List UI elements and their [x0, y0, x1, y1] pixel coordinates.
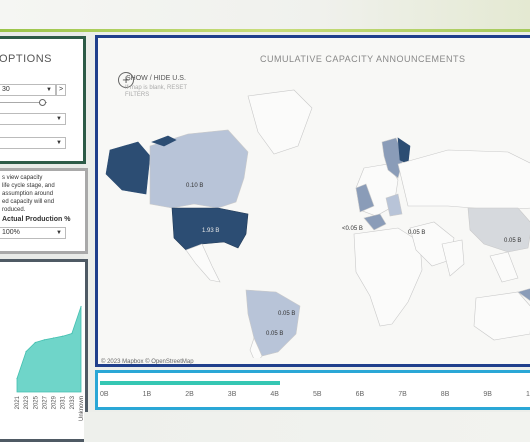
actual-production-value: 100% [2, 229, 20, 236]
x-tick-label: 2031 [61, 395, 67, 409]
area-point [80, 305, 82, 308]
area-point [25, 350, 27, 353]
map-label-china: 0.05 B [504, 238, 521, 244]
info-text-line: life cycle stage, and [2, 183, 55, 189]
area-point [34, 341, 36, 344]
map-label-canada: 0.10 B [186, 183, 203, 189]
capacity-chart-panel: 2021 2023 2025 2027 2029 2031 2033 Unknown [0, 259, 88, 442]
map-region-greenland [247, 89, 313, 155]
axis-tick-label: 1B [142, 391, 152, 398]
actual-production-select[interactable]: 100% ▼ [0, 227, 66, 239]
chevron-down-icon: ▼ [46, 87, 52, 93]
map-panel: CUMULATIVE CAPACITY ANNOUNCEMENTS + SHOW… [95, 35, 530, 367]
world-map[interactable]: 0.10 B 1.93 B 0.05 B 0.05 B <0.05 B 0.05… [98, 38, 530, 358]
area-series [16, 306, 82, 393]
area-point [71, 332, 73, 335]
capacity-area-chart: 2021 2023 2025 2027 2029 2031 2033 Unknown [15, 305, 85, 421]
next-button[interactable]: > [56, 84, 66, 96]
axis-tick-label: 10B [526, 391, 530, 398]
options-title: OPTIONS [0, 53, 53, 65]
axis-tick-label: 3B [227, 391, 237, 398]
info-text-line: roduced. [2, 207, 26, 213]
axis-tick-label: 4B [270, 391, 279, 398]
map-region-china [467, 207, 530, 253]
axis-tick-label: 9B [483, 391, 492, 398]
info-text-line: assumption around [2, 191, 54, 197]
area-point [52, 337, 55, 339]
map-label-europe: <0.05 B [342, 226, 363, 232]
x-tick-label: 2027 [42, 395, 48, 409]
info-panel: s view capacity life cycle stage, and as… [0, 168, 88, 254]
x-tick-label: 2033 [70, 395, 76, 409]
map-region-alaska [105, 141, 151, 195]
axis-tick-label: 6B [355, 391, 365, 398]
chevron-down-icon: ▼ [56, 116, 62, 122]
capacity-progress-track [100, 381, 524, 385]
filter-select-3[interactable]: ▼ [0, 137, 66, 149]
x-tick-label: 2023 [24, 395, 30, 409]
map-label-brazil: 0.05 B [278, 311, 295, 317]
axis-tick-label: 2B [185, 391, 194, 398]
map-label-usa: 1.93 B [202, 228, 219, 234]
area-point [62, 335, 64, 337]
bottom-bar [84, 412, 530, 442]
year-slider-handle[interactable] [39, 99, 46, 106]
actual-production-label: Actual Production % [2, 216, 71, 223]
axis-tick-label: 5B [313, 391, 322, 398]
top-bar [0, 0, 530, 30]
map-label-argentina: 0.05 B [266, 331, 283, 337]
options-panel: OPTIONS 30 ▼ > ▼ ▼ [0, 36, 86, 164]
filter-select-2[interactable]: ▼ [0, 113, 66, 125]
chevron-down-icon: ▼ [56, 230, 62, 236]
axis-tick-label: 8B [440, 391, 450, 398]
x-tick-label: 2025 [33, 395, 39, 409]
capacity-axis-panel: 0B 1B 2B 3B 4B 5B 6B 7B 8B 9B 10B [95, 370, 530, 410]
axis-tick-label: 0B [100, 391, 109, 398]
map-label-middle-east: 0.05 B [408, 230, 425, 236]
area-point [16, 377, 18, 380]
capacity-progress-fill [100, 381, 280, 385]
x-tick-label: 2029 [52, 395, 58, 409]
info-text-line: s view capacity [2, 175, 43, 181]
x-tick-label: 2021 [15, 395, 21, 409]
info-text-line: ed capacity will end [2, 199, 55, 205]
axis-tick-label: 7B [398, 391, 407, 398]
year-select-value: 30 [2, 86, 10, 93]
map-attribution: © 2023 Mapbox © OpenStreetMap [101, 359, 194, 365]
area-point [43, 339, 46, 341]
year-select[interactable]: 30 ▼ [0, 84, 56, 96]
chevron-down-icon: ▼ [56, 140, 62, 146]
